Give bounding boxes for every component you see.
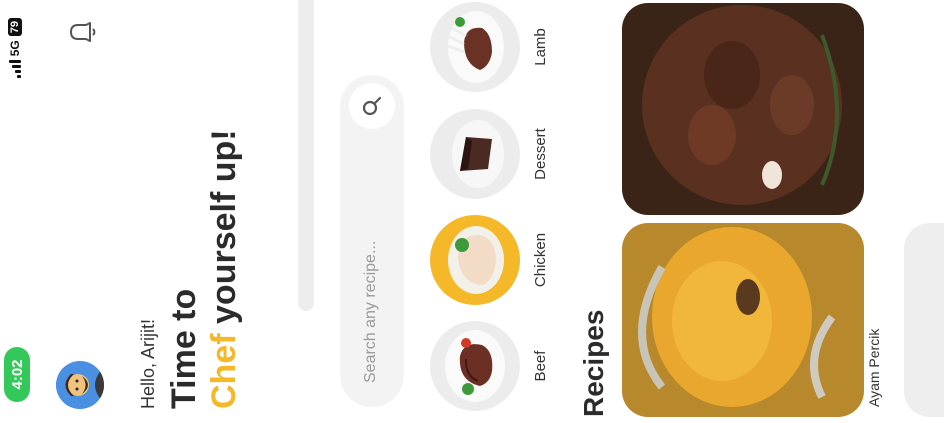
bell-icon[interactable] [64, 14, 100, 50]
status-time-text: 4:02 [8, 359, 26, 390]
category-label: Dessert [532, 128, 549, 180]
recipe-card-name: Ayam Percik [866, 328, 882, 407]
title-rest: yourself up! [205, 129, 243, 324]
category-chicken[interactable]: Chicken [430, 214, 549, 306]
battery-level: 79 [8, 18, 22, 37]
avatar-illustration [56, 361, 104, 409]
category-beef[interactable]: Beef [430, 320, 549, 412]
page-title: Time to Chef yourself up! [164, 129, 244, 409]
filter-bar[interactable] [298, 0, 314, 311]
status-indicators: 5G 79 [8, 18, 22, 79]
status-time: 4:02 [4, 347, 30, 402]
title-line-1: Time to [165, 288, 203, 409]
avatar[interactable] [56, 361, 104, 409]
recipe-image [622, 223, 864, 417]
category-label: Lamb [532, 28, 549, 66]
category-lamb[interactable]: Lamb [430, 1, 549, 93]
greeting: Hello, Arijit! [138, 318, 158, 409]
search-input[interactable]: Search any recipe... [340, 75, 404, 407]
recipe-card-3[interactable] [904, 223, 944, 417]
recipe-image [622, 3, 864, 215]
recipes-heading: Recipes [578, 309, 609, 417]
network-type: 5G [8, 40, 22, 57]
dessert-image [430, 109, 520, 199]
app-screen: 4:02 5G 79 Hello, Arijit! Time to Chef y… [0, 0, 944, 423]
category-label: Beef [532, 350, 549, 382]
recipe-card-2[interactable] [622, 3, 864, 215]
title-accent: Chef [205, 333, 243, 409]
title-line-2: Chef yourself up! [204, 129, 244, 409]
category-dessert[interactable]: Dessert [430, 108, 549, 200]
category-label: Chicken [532, 232, 549, 288]
lamb-image [430, 2, 520, 92]
search-icon [362, 96, 382, 116]
search-button[interactable] [349, 83, 395, 129]
chicken-image [430, 215, 520, 305]
search-placeholder: Search any recipe... [362, 240, 379, 383]
signal-icon [9, 60, 21, 79]
recipe-card-ayam-percik[interactable] [622, 223, 864, 417]
beef-image [430, 321, 520, 411]
